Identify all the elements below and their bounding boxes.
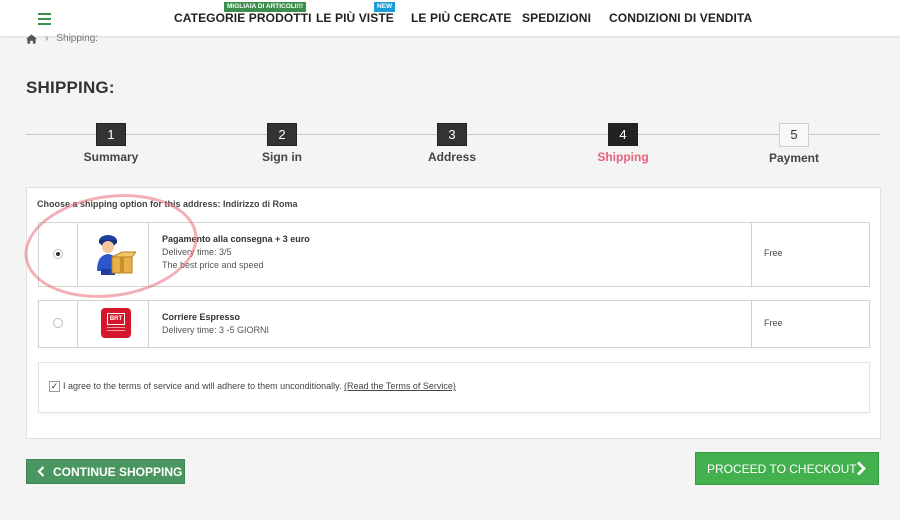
terms-agreement-text: I agree to the terms of service and will… (63, 381, 342, 391)
breadcrumb: › Shipping: (26, 33, 98, 44)
chevron-right-icon: › (45, 33, 49, 44)
nav-item-condizioni-di-vendita[interactable]: CONDIZIONI DI VENDITA (609, 11, 752, 25)
continue-shopping-button[interactable]: CONTINUE SHOPPING (26, 459, 185, 484)
continue-shopping-label: CONTINUE SHOPPING (53, 464, 183, 479)
step-address[interactable]: 3 Address (392, 123, 512, 164)
step-label: Shipping (597, 150, 649, 164)
shipping-option-radio[interactable] (53, 318, 63, 328)
step-shipping: 4 Shipping (563, 123, 683, 164)
nav-item-spedizioni[interactable]: SPEDIZIONI (522, 11, 591, 25)
nav-item-le-piu-viste[interactable]: LE PIÙ VISTE (316, 11, 394, 25)
hamburger-menu-icon[interactable] (26, 4, 62, 34)
proceed-to-checkout-button[interactable]: PROCEED TO CHECKOUT (695, 452, 879, 485)
shipping-option-name: Pagamento alla consegna + 3 euro (162, 234, 310, 244)
shipping-option-details: Corriere Espresso Delivery time: 3 -5 GI… (162, 311, 269, 337)
step-number: 2 (267, 123, 297, 146)
carrier-logo-cell: BRT (78, 301, 149, 347)
delivery-man-icon (97, 235, 136, 275)
step-number: 4 (608, 123, 638, 146)
step-label: Summary (83, 150, 139, 164)
shipping-option-name: Corriere Espresso (162, 312, 241, 322)
step-payment: 5 Payment (734, 123, 854, 165)
delivery-time: Delivery time: 3 -5 GIORNI (162, 325, 270, 335)
shipping-option-radio[interactable] (53, 249, 63, 259)
breadcrumb-current: Shipping: (56, 33, 99, 44)
price-cell: Free (751, 301, 870, 347)
shipping-option-details: Pagamento alla consegna + 3 euro Deliver… (162, 233, 310, 272)
brt-logo: BRT (101, 308, 131, 338)
page-title: SHIPPING: (26, 78, 115, 97)
shipping-option-cash-on-delivery[interactable]: Pagamento alla consegna + 3 euro Deliver… (38, 222, 870, 287)
terms-text: I agree to the terms of service and will… (63, 381, 456, 391)
chevron-right-icon (857, 461, 866, 476)
terms-of-service-box: ✓ I agree to the terms of service and wi… (38, 362, 870, 413)
radio-cell (39, 301, 78, 347)
step-summary[interactable]: 1 Summary (51, 123, 171, 164)
top-navigation-bar: MIGLIAIA DI ARTICOLI!!! CATEGORIE PRODOT… (0, 0, 900, 37)
step-sign-in[interactable]: 2 Sign in (222, 123, 342, 164)
nav-item-categorie-prodotti[interactable]: CATEGORIE PRODOTTI (174, 11, 312, 25)
home-icon[interactable] (26, 33, 37, 44)
terms-of-service-link[interactable]: (Read the Terms of Service) (344, 381, 456, 391)
shipping-option-note: The best price and speed (162, 260, 264, 270)
shipping-address-label: Choose a shipping option for this addres… (37, 199, 298, 209)
step-label: Address (427, 150, 477, 164)
step-label: Sign in (262, 150, 302, 164)
price-cell: Free (751, 223, 870, 286)
shipping-price: Free (764, 318, 783, 328)
terms-checkbox[interactable]: ✓ (49, 381, 60, 392)
radio-cell (39, 223, 78, 286)
nav-item-le-piu-cercate[interactable]: LE PIÙ CERCATE (411, 11, 512, 25)
shipping-option-corriere-espresso[interactable]: BRT Corriere Espresso Delivery time: 3 -… (38, 300, 870, 348)
step-number: 5 (779, 123, 809, 147)
shipping-options-panel: Choose a shipping option for this addres… (26, 187, 881, 439)
shipping-price: Free (764, 248, 783, 258)
step-label: Payment (768, 151, 820, 165)
chevron-left-icon (37, 466, 45, 477)
step-number: 3 (437, 123, 467, 146)
carrier-logo-cell (78, 223, 149, 286)
proceed-to-checkout-label: PROCEED TO CHECKOUT (707, 461, 857, 476)
brt-logo-text: BRT (107, 313, 125, 325)
step-number: 1 (96, 123, 126, 146)
delivery-time: Delivery time: 3/5 (162, 247, 232, 257)
